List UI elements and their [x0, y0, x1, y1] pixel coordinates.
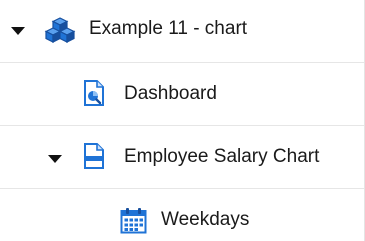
package-cubes-icon [44, 17, 76, 43]
tree-item-label: Employee Salary Chart [124, 146, 320, 167]
project-tree: Example 11 - chart Dashboard Employee Sa… [0, 0, 365, 241]
expand-collapse-arrow-icon[interactable] [11, 27, 25, 35]
tree-item-example-11-chart[interactable]: Example 11 - chart [0, 0, 364, 63]
calendar-icon [120, 207, 147, 234]
tree-item-weekdays[interactable]: Weekdays [0, 189, 364, 241]
tree-item-label: Dashboard [124, 83, 217, 104]
tree-item-dashboard[interactable]: Dashboard [0, 63, 364, 126]
expand-collapse-arrow-icon[interactable] [48, 155, 62, 163]
tree-item-label: Weekdays [161, 209, 250, 230]
tree-item-label: Example 11 - chart [89, 18, 248, 39]
chart-document-icon [83, 143, 105, 169]
tree-item-employee-salary-chart[interactable]: Employee Salary Chart [0, 126, 364, 189]
dashboard-report-icon [83, 80, 105, 106]
